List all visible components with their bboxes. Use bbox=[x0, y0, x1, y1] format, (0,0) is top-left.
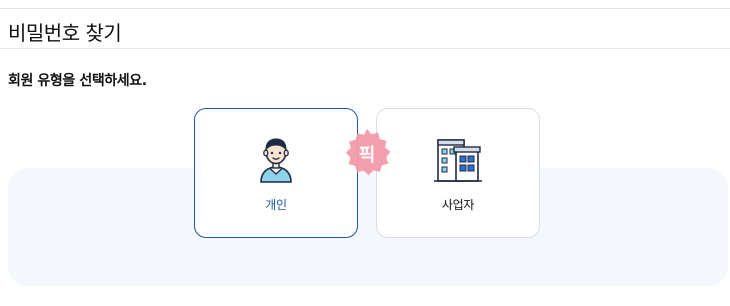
page-title: 비밀번호 찾기 bbox=[8, 21, 122, 45]
instruction-text: 회원 유형을 선택하세요. bbox=[8, 73, 147, 89]
title-divider bbox=[0, 48, 730, 49]
office-building-icon bbox=[434, 139, 482, 182]
top-divider bbox=[0, 8, 730, 9]
pick-badge: 픽 bbox=[342, 128, 392, 178]
member-type-business-card[interactable]: 사업자 bbox=[376, 108, 540, 238]
person-avatar-icon bbox=[260, 138, 292, 183]
member-type-business-label: 사업자 bbox=[441, 198, 475, 212]
member-type-personal-label: 개인 bbox=[265, 198, 287, 212]
selection-background-panel bbox=[8, 168, 728, 286]
pick-badge-text: 픽 bbox=[358, 145, 376, 166]
member-type-personal-card[interactable]: 개인 bbox=[194, 108, 358, 238]
